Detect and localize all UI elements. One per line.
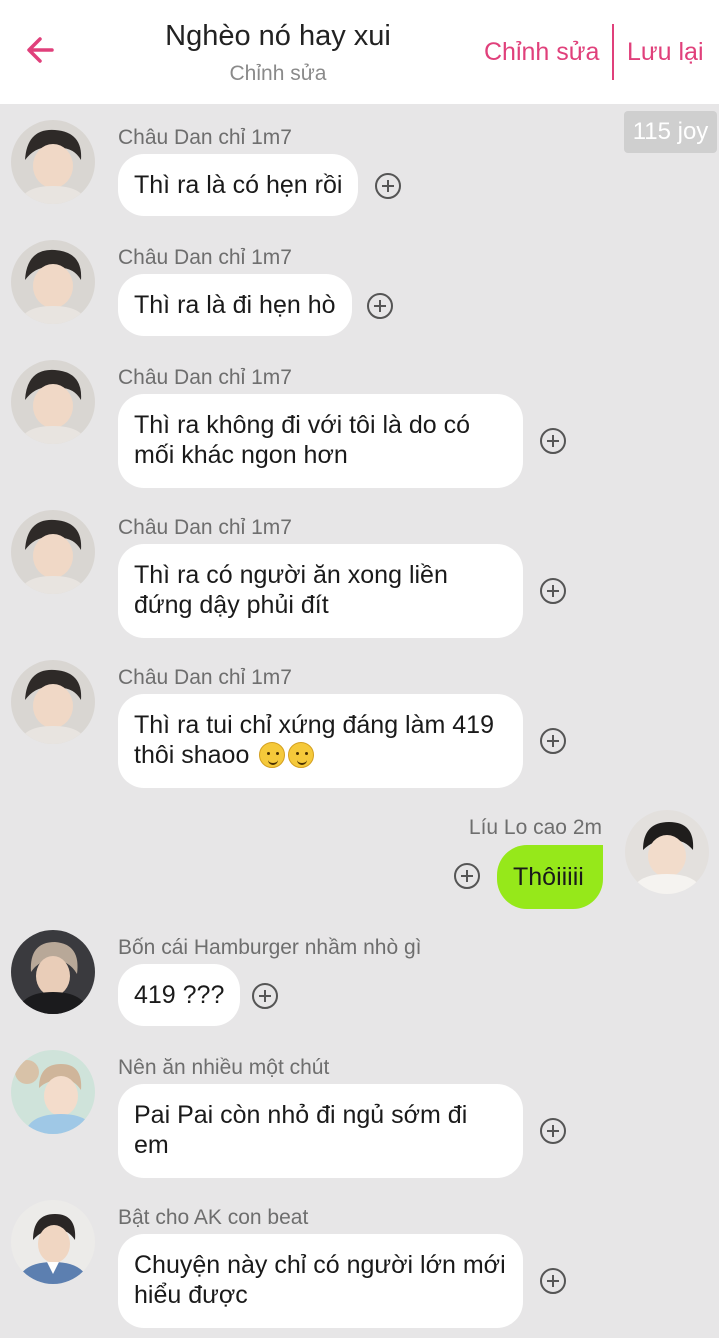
message-text: em — [134, 1131, 169, 1159]
message-bubble[interactable]: 419 ??? — [118, 964, 241, 1026]
sender-name: Châu Dan chỉ 1m7 — [118, 246, 292, 269]
message-bubble[interactable]: Thì ra là đi hẹn hò — [118, 274, 352, 336]
avatar[interactable] — [11, 240, 95, 324]
avatar[interactable] — [11, 360, 95, 444]
message-text: đứng dậy phủi đít — [134, 591, 329, 619]
sender-name: Bật cho AK con beat — [118, 1206, 309, 1229]
message-text: Thôiiiii — [513, 863, 584, 891]
sender-name: Nên ăn nhiều một chút — [118, 1056, 330, 1079]
add-reaction-button[interactable] — [367, 293, 393, 319]
sender-name: Líu Lo cao 2m — [468, 816, 602, 839]
message-bubble[interactable]: Chuyện này chỉ có người lớn mới hiểu đượ… — [118, 1234, 523, 1328]
add-reaction-button[interactable] — [454, 863, 480, 889]
add-reaction-button[interactable] — [252, 983, 278, 1009]
avatar[interactable] — [625, 810, 709, 894]
message-bubble[interactable]: Thôiiiii — [497, 845, 603, 909]
add-reaction-button[interactable] — [540, 428, 566, 454]
message-text: 419 ??? — [134, 981, 225, 1009]
message-bubble[interactable]: Pai Pai còn nhỏ đi ngủ sớm đi em — [118, 1084, 523, 1178]
avatar[interactable] — [11, 1200, 95, 1284]
message-text: Thì ra tui chỉ xứng đáng làm 419 — [134, 711, 494, 739]
message-text: Thì ra là có hẹn rồi — [134, 171, 343, 199]
avatar[interactable] — [11, 930, 95, 1014]
message-text: mối khác ngon hơn — [134, 441, 348, 469]
header-divider — [612, 24, 614, 80]
sender-name: Châu Dan chỉ 1m7 — [118, 366, 292, 389]
avatar[interactable] — [11, 510, 95, 594]
message-text: Pai Pai còn nhỏ đi ngủ sớm đi — [134, 1101, 468, 1129]
message-text: thôi shaoo — [134, 741, 250, 769]
sender-name: Châu Dan chỉ 1m7 — [118, 516, 292, 539]
message-bubble[interactable]: Thì ra tui chỉ xứng đáng làm 419 thôi sh… — [118, 694, 523, 788]
message-text: Thì ra không đi với tôi là do có — [134, 411, 471, 439]
avatar[interactable] — [11, 660, 95, 744]
add-reaction-button[interactable] — [540, 578, 566, 604]
message-text: hiểu được — [134, 1281, 248, 1309]
message-text: Thì ra có người ăn xong liền — [134, 561, 448, 589]
save-button[interactable]: Lưu lại — [627, 38, 704, 67]
chat-header: Nghèo nó hay xui Chỉnh sửa Chỉnh sửa Lưu… — [0, 0, 719, 104]
edit-button[interactable]: Chỉnh sửa — [484, 38, 599, 67]
chat-subtitle: Chỉnh sửa — [229, 62, 327, 85]
sad-smile-emoji-icon — [259, 742, 286, 768]
chat-title: Nghèo nó hay xui — [165, 20, 391, 52]
sender-name: Châu Dan chỉ 1m7 — [118, 126, 292, 149]
message-bubble[interactable]: Thì ra là có hẹn rồi — [118, 154, 359, 216]
message-bubble[interactable]: Thì ra có người ăn xong liền đứng dậy ph… — [118, 544, 523, 638]
avatar[interactable] — [11, 120, 95, 204]
add-reaction-button[interactable] — [540, 728, 566, 754]
message-text: Chuyện này chỉ có người lớn mới — [134, 1251, 506, 1279]
avatar[interactable] — [11, 1050, 95, 1134]
joy-badge: 115 joy — [624, 111, 717, 153]
add-reaction-button[interactable] — [540, 1268, 566, 1294]
sender-name: Bốn cái Hamburger nhầm nhò gì — [118, 936, 422, 959]
message-bubble[interactable]: Thì ra không đi với tôi là do có mối khá… — [118, 394, 523, 488]
add-reaction-button[interactable] — [375, 173, 401, 199]
add-reaction-button[interactable] — [540, 1118, 566, 1144]
sender-name: Châu Dan chỉ 1m7 — [118, 666, 292, 689]
sad-smile-emoji-icon — [288, 742, 315, 768]
message-text: Thì ra là đi hẹn hò — [134, 291, 336, 319]
